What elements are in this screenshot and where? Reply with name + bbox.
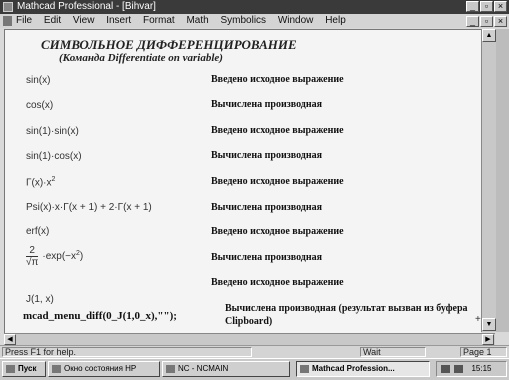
menu-math[interactable]: Math xyxy=(186,15,208,26)
math-text: ·exp(−x xyxy=(42,251,77,263)
menu-format[interactable]: Format xyxy=(143,15,175,26)
math-region[interactable]: sin(1)·cos(x) xyxy=(26,151,82,162)
window-background xyxy=(496,29,509,332)
close-button[interactable]: × xyxy=(494,1,507,12)
worksheet[interactable]: СИМВОЛЬНОЕ ДИФФЕРЕНЦИРОВАНИЕ (Команда Di… xyxy=(4,29,481,333)
math-text: Γ(x)·x xyxy=(26,177,52,189)
document-icon[interactable] xyxy=(3,16,12,26)
window-title: Mathcad Professional - [Bihvar] xyxy=(17,1,156,12)
command-line[interactable]: mcad_menu_diff(0_J(1,0_x),""); xyxy=(23,310,177,322)
start-button[interactable]: Пуск xyxy=(2,361,46,377)
text-region[interactable]: Введено исходное выражение xyxy=(211,176,344,187)
menu-window[interactable]: Window xyxy=(278,15,314,26)
text-region[interactable]: Введено исходное выражение xyxy=(211,125,344,136)
status-mode: Wait xyxy=(360,347,426,357)
text-region[interactable]: Вычислена производная xyxy=(211,99,322,110)
text-region[interactable]: Вычислена производная (результат вызван … xyxy=(225,302,475,328)
taskbar-item-label: NC - NCMAIN xyxy=(178,364,229,373)
menu-file[interactable]: File xyxy=(16,15,32,26)
worksheet-subheading: (Команда Differentiate on variable) xyxy=(59,52,223,64)
math-region[interactable]: sin(x) xyxy=(26,75,50,86)
math-region[interactable]: cos(x) xyxy=(26,100,53,111)
taskbar-item[interactable]: NC - NCMAIN xyxy=(162,361,290,377)
minimize-button[interactable]: _ xyxy=(466,1,479,12)
text-region[interactable]: Введено исходное выражение xyxy=(211,226,344,237)
text-region[interactable]: Вычислена производная xyxy=(211,252,322,263)
menu-edit[interactable]: Edit xyxy=(44,15,61,26)
maximize-button[interactable]: ▫ xyxy=(480,1,493,12)
math-region[interactable]: 2 √π ·exp(−x2) xyxy=(26,245,83,268)
status-hint: Press F1 for help. xyxy=(2,347,252,357)
doc-maximize-button[interactable]: ▫ xyxy=(480,16,493,27)
scroll-down-arrow-icon[interactable]: ▼ xyxy=(482,318,496,331)
math-text: ) xyxy=(79,251,84,263)
menu-symbolics[interactable]: Symbolics xyxy=(220,15,266,26)
app-icon xyxy=(52,364,61,373)
tray-icon[interactable] xyxy=(441,364,450,373)
exponent: 2 xyxy=(51,176,56,183)
math-region[interactable]: Psi(x)·x·Γ(x + 1) + 2·Γ(x + 1) xyxy=(26,202,152,213)
scroll-right-arrow-icon[interactable]: ▶ xyxy=(482,334,494,345)
math-region[interactable]: Γ(x)·x2 xyxy=(26,176,55,188)
worksheet-heading: СИМВОЛЬНОЕ ДИФФЕРЕНЦИРОВАНИЕ xyxy=(41,37,297,52)
scroll-up-arrow-icon[interactable]: ▲ xyxy=(482,29,496,42)
title-bar: Mathcad Professional - [Bihvar] _ ▫ × xyxy=(0,0,509,14)
text-region[interactable]: Вычислена производная xyxy=(211,150,322,161)
mathcad-app-icon[interactable] xyxy=(3,2,13,12)
app-icon xyxy=(300,364,309,373)
fraction-numerator: 2 xyxy=(26,245,39,257)
menu-view[interactable]: View xyxy=(73,15,95,26)
doc-close-button[interactable]: × xyxy=(494,16,507,27)
math-region[interactable]: erf(x) xyxy=(26,226,49,237)
text-region[interactable]: Введено исходное выражение xyxy=(211,277,344,288)
system-tray: 15:15 xyxy=(436,361,507,377)
text-region[interactable]: Введено исходное выражение xyxy=(211,74,344,85)
taskbar: Пуск Окно состояния HP NC - NCMAIN Mathc… xyxy=(0,358,509,380)
windows-logo-icon xyxy=(6,364,15,373)
text-region[interactable]: Вычислена производная xyxy=(211,202,322,213)
math-region[interactable]: J(1, x) xyxy=(26,294,54,305)
menu-bar: File Edit View Insert Format Math Symbol… xyxy=(0,14,509,28)
crosshair-cursor: + xyxy=(475,314,481,325)
clock[interactable]: 15:15 xyxy=(471,364,491,373)
scroll-left-arrow-icon[interactable]: ◀ xyxy=(4,334,16,345)
horizontal-scrollbar[interactable]: ◀ ▶ xyxy=(4,333,495,345)
tray-icon[interactable] xyxy=(454,364,464,373)
taskbar-item-active[interactable]: Mathcad Profession... xyxy=(296,361,430,377)
taskbar-item[interactable]: Окно состояния HP xyxy=(48,361,160,377)
fraction: 2 √π xyxy=(26,245,39,268)
status-bar: Press F1 for help. Wait Page 1 xyxy=(0,345,509,358)
status-page: Page 1 xyxy=(460,347,507,357)
vertical-scrollbar[interactable]: ▲ ▼ xyxy=(481,29,496,332)
start-label: Пуск xyxy=(18,364,37,373)
math-region[interactable]: sin(1)·sin(x) xyxy=(26,126,79,137)
menu-help[interactable]: Help xyxy=(325,15,346,26)
taskbar-item-label: Mathcad Profession... xyxy=(312,364,395,373)
doc-minimize-button[interactable]: _ xyxy=(466,16,479,27)
taskbar-item-label: Окно состояния HP xyxy=(64,364,137,373)
fraction-denominator: √π xyxy=(26,257,39,268)
menu-insert[interactable]: Insert xyxy=(106,15,131,26)
app-icon xyxy=(166,364,175,373)
